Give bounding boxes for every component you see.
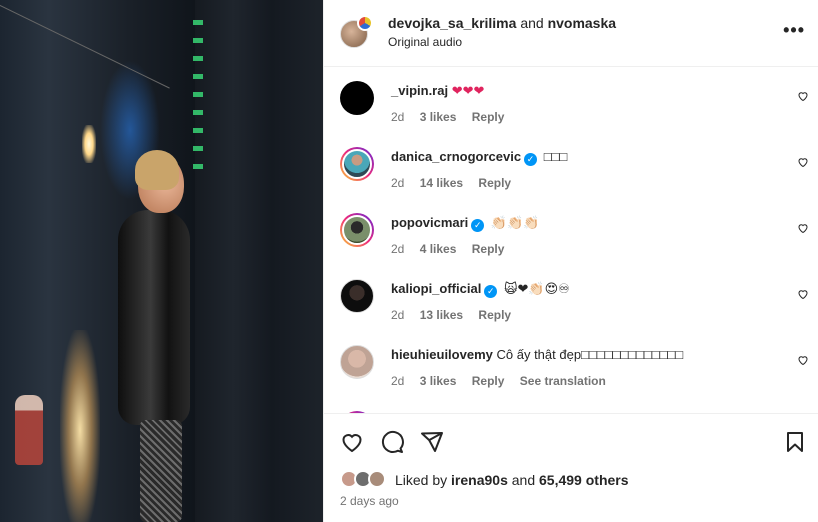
comment-item: kandajenka ❤❤❤❤	[324, 403, 818, 413]
verified-icon: ✓	[484, 285, 498, 298]
liked-user[interactable]: irena90s	[451, 472, 508, 488]
comment-item: popovicmari ✓ 👏🏻👏🏻👏🏻 2d 4 likes Reply	[324, 205, 818, 271]
comment-line: hieuhieuilovemy Cô ấy thật đẹp□□□□□□□□□□…	[391, 347, 683, 362]
comment-text: 👏🏻👏🏻👏🏻	[490, 215, 540, 230]
verified-icon: ✓	[524, 153, 538, 166]
reply-button[interactable]: Reply	[472, 110, 505, 124]
liked-prefix: Liked by	[395, 472, 448, 488]
liked-others[interactable]: 65,499 others	[539, 472, 629, 488]
comment-avatar[interactable]	[340, 345, 374, 379]
footlight-glow	[60, 330, 100, 522]
bookmark-icon[interactable]	[783, 430, 807, 454]
led-strip	[193, 20, 203, 170]
audio-label[interactable]: Original audio	[388, 35, 462, 49]
post-actions: Liked by irena90s and 65,499 others 2 da…	[324, 413, 818, 522]
reel-video[interactable]	[0, 0, 323, 522]
comment-meta: 2d 13 likes Reply	[391, 308, 523, 322]
comment-avatar[interactable]	[340, 147, 374, 181]
comment-username[interactable]: kaliopi_official	[391, 281, 481, 296]
comment-item: danica_crnogorcevic ✓ □□□ 2d 14 likes Rep…	[324, 139, 818, 205]
comment-text: □□□	[543, 149, 568, 164]
more-icon[interactable]: •••	[783, 20, 805, 41]
comment-username[interactable]: danica_crnogorcevic	[391, 149, 521, 164]
author-username[interactable]: devojka_sa_krilima	[388, 15, 516, 31]
heart-icon[interactable]	[797, 90, 809, 102]
reply-button[interactable]: Reply	[472, 374, 505, 388]
comment-likes[interactable]: 14 likes	[420, 176, 463, 190]
share-icon[interactable]	[420, 430, 444, 454]
comment-username[interactable]: _vipin.raj	[391, 83, 448, 98]
liked-by-text: Liked by irena90s and 65,499 others	[395, 472, 629, 488]
liker-avatar[interactable]	[368, 470, 386, 488]
stage-lamp	[82, 125, 96, 163]
heart-icon[interactable]	[797, 156, 809, 168]
comment-username[interactable]: hieuhieuilovemy	[391, 347, 493, 362]
comment-likes[interactable]: 3 likes	[420, 110, 457, 124]
comment-meta: 2d 14 likes Reply	[391, 176, 523, 190]
comment-line: kaliopi_official ✓ 🙀❤👏🏻😍♾	[391, 281, 570, 298]
comment-likes[interactable]: 3 likes	[420, 374, 457, 388]
performer-hair	[135, 150, 179, 190]
reply-button[interactable]: Reply	[472, 242, 505, 256]
comment-avatar[interactable]	[340, 279, 374, 313]
reply-button[interactable]: Reply	[478, 308, 511, 322]
comment-avatar[interactable]	[340, 213, 374, 247]
comment-icon[interactable]	[380, 430, 404, 454]
comment-text: ❤❤❤	[451, 83, 485, 98]
performer-body	[118, 210, 190, 425]
verified-icon: ✓	[471, 219, 485, 232]
author-avatar[interactable]	[340, 15, 373, 48]
reply-button[interactable]: Reply	[478, 176, 511, 190]
heart-icon[interactable]	[340, 430, 364, 454]
comment-item: kaliopi_official ✓ 🙀❤👏🏻😍♾ 2d 13 likes Rep…	[324, 271, 818, 337]
comments-list[interactable]: _vipin.raj ❤❤❤ 2d 3 likes Reply danica_c…	[324, 67, 818, 413]
comment-age: 2d	[391, 242, 405, 256]
post-timestamp[interactable]: 2 days ago	[340, 494, 399, 508]
post-header: devojka_sa_krilima and nvomaska Original…	[324, 0, 818, 67]
comment-line: _vipin.raj ❤❤❤	[391, 83, 484, 99]
comment-age: 2d	[391, 176, 405, 190]
comment-username[interactable]: popovicmari	[391, 215, 468, 230]
post-authors: devojka_sa_krilima and nvomaska	[388, 15, 616, 31]
author-joiner: and	[520, 15, 544, 31]
post-panel: devojka_sa_krilima and nvomaska Original…	[323, 0, 818, 522]
comment-meta: 2d 3 likes Reply See translation	[391, 374, 618, 388]
comment-meta: 2d 4 likes Reply	[391, 242, 516, 256]
comment-age: 2d	[391, 308, 405, 322]
comment-item: _vipin.raj ❤❤❤ 2d 3 likes Reply	[324, 73, 818, 139]
comment-likes[interactable]: 13 likes	[420, 308, 463, 322]
collab-username[interactable]: nvomaska	[548, 15, 616, 31]
performer-legs	[140, 420, 182, 522]
heart-icon[interactable]	[797, 222, 809, 234]
comment-item: hieuhieuilovemy Cô ấy thật đẹp□□□□□□□□□□…	[324, 337, 818, 403]
collab-avatar[interactable]	[357, 15, 373, 31]
comment-meta: 2d 3 likes Reply	[391, 110, 516, 124]
stage-curtain	[195, 0, 323, 522]
background-person	[15, 395, 43, 465]
heart-icon[interactable]	[797, 354, 809, 366]
comment-age: 2d	[391, 110, 405, 124]
comment-text: 🙀❤👏🏻😍♾	[503, 281, 570, 296]
liked-and: and	[511, 472, 536, 488]
comment-age: 2d	[391, 374, 405, 388]
comment-line: danica_crnogorcevic ✓ □□□	[391, 149, 567, 166]
heart-icon[interactable]	[797, 288, 809, 300]
stage-wire	[0, 0, 170, 89]
see-translation-button[interactable]: See translation	[520, 374, 606, 388]
comment-likes[interactable]: 4 likes	[420, 242, 457, 256]
comment-line: popovicmari ✓ 👏🏻👏🏻👏🏻	[391, 215, 539, 232]
comment-text: Cô ấy thật đẹp□□□□□□□□□□□□□	[496, 347, 684, 362]
comment-avatar[interactable]	[340, 81, 374, 115]
